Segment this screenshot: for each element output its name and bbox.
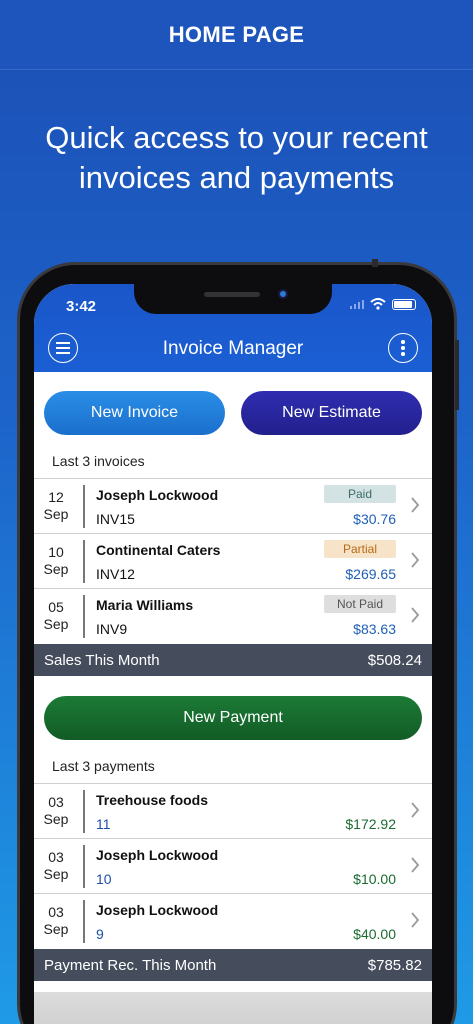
invoice-row[interactable]: 12 Sep Joseph Lockwood INV15 Paid $30.76: [34, 478, 432, 533]
battery-icon: [392, 298, 416, 310]
promo-headline: Quick access to your recent invoices and…: [0, 118, 473, 198]
new-invoice-button[interactable]: New Invoice: [44, 391, 225, 435]
chevron-right-icon: [411, 802, 420, 818]
payment-date: 03 Sep: [34, 904, 78, 938]
invoice-amount: $30.76: [353, 511, 396, 527]
top-banner: HOME PAGE: [0, 0, 473, 70]
invoice-status-badge: Partial: [324, 540, 396, 558]
invoice-day: 10: [48, 544, 64, 560]
payment-day: 03: [48, 849, 64, 865]
payment-row[interactable]: 03 Sep Joseph Lockwood 9 $40.00: [34, 893, 432, 948]
invoice-date: 05 Sep: [34, 599, 78, 633]
invoice-amount: $269.65: [345, 566, 396, 582]
payment-client-name: Joseph Lockwood: [96, 902, 219, 918]
payment-month: Sep: [43, 811, 69, 827]
chevron-right-icon: [411, 497, 420, 513]
payment-amount: $172.92: [345, 816, 396, 832]
payment-amount: $10.00: [353, 871, 396, 887]
chevron-right-icon: [411, 912, 420, 928]
invoice-client-name: Continental Caters: [96, 542, 221, 558]
headline-line-1: Quick access to your recent: [45, 120, 428, 155]
status-time: 3:42: [66, 298, 97, 315]
payment-month: Sep: [43, 921, 69, 937]
phone-side-button: [372, 259, 378, 267]
invoice-month: Sep: [43, 561, 69, 577]
row-divider: [83, 485, 85, 528]
invoice-number: INV12: [96, 566, 135, 582]
chevron-right-icon: [411, 607, 420, 623]
invoice-day: 12: [48, 489, 64, 505]
payment-amount: $40.00: [353, 926, 396, 942]
payment-day: 03: [48, 794, 64, 810]
new-estimate-button[interactable]: New Estimate: [241, 391, 422, 435]
sales-total-value: $508.24: [367, 652, 422, 669]
payment-client-name: Joseph Lockwood: [96, 847, 219, 863]
app-title: Invoice Manager: [162, 338, 304, 359]
payment-date: 03 Sep: [34, 794, 78, 828]
sales-total-label: Sales This Month: [44, 652, 160, 669]
phone-power-button: [455, 340, 459, 410]
chevron-right-icon: [411, 857, 420, 873]
invoice-status-badge: Paid: [324, 485, 396, 503]
payments-total-value: $785.82: [367, 957, 422, 974]
app-screen: 3:42 Invoice Manager New Invoice New Est…: [34, 284, 432, 1024]
wifi-icon: [370, 298, 386, 310]
row-divider: [83, 790, 85, 833]
payment-row[interactable]: 03 Sep Treehouse foods 11 $172.92: [34, 783, 432, 838]
more-options-icon[interactable]: [388, 333, 418, 363]
payment-client-name: Treehouse foods: [96, 792, 209, 808]
invoice-month: Sep: [43, 506, 69, 522]
headline-line-2: invoices and payments: [78, 160, 395, 195]
bottom-area: [34, 992, 432, 1024]
invoice-row[interactable]: 05 Sep Maria Williams INV9 Not Paid $83.…: [34, 588, 432, 643]
payments-section-label: Last 3 payments: [52, 758, 155, 774]
invoice-amount: $83.63: [353, 621, 396, 637]
payments-total-bar: Payment Rec. This Month $785.82: [34, 949, 432, 981]
signal-icon: [350, 300, 364, 309]
notch: [134, 284, 332, 314]
invoice-date: 12 Sep: [34, 489, 78, 523]
invoice-number: INV9: [96, 621, 128, 637]
banner-title: HOME PAGE: [168, 21, 305, 47]
sales-total-bar: Sales This Month $508.24: [34, 644, 432, 676]
row-divider: [83, 900, 85, 943]
app-bar: 3:42 Invoice Manager: [34, 284, 432, 372]
invoice-month: Sep: [43, 616, 69, 632]
row-divider: [83, 595, 85, 638]
invoice-client-name: Maria Williams: [96, 597, 194, 613]
payment-number: 11: [96, 816, 111, 832]
invoice-number: INV15: [96, 511, 135, 527]
invoices-section-label: Last 3 invoices: [52, 453, 145, 469]
payment-month: Sep: [43, 866, 69, 882]
payment-row[interactable]: 03 Sep Joseph Lockwood 10 $10.00: [34, 838, 432, 893]
payment-number: 10: [96, 871, 112, 887]
invoice-date: 10 Sep: [34, 544, 78, 578]
new-payment-button[interactable]: New Payment: [44, 696, 422, 740]
status-icons: [350, 298, 416, 310]
invoice-row[interactable]: 10 Sep Continental Caters INV12 Partial …: [34, 533, 432, 588]
row-divider: [83, 540, 85, 583]
payments-total-label: Payment Rec. This Month: [44, 957, 217, 974]
payment-number: 9: [96, 926, 104, 942]
row-divider: [83, 845, 85, 888]
chevron-right-icon: [411, 552, 420, 568]
payment-date: 03 Sep: [34, 849, 78, 883]
invoice-day: 05: [48, 599, 64, 615]
invoice-client-name: Joseph Lockwood: [96, 487, 219, 503]
camera: [278, 289, 288, 299]
payment-day: 03: [48, 904, 64, 920]
invoice-status-badge: Not Paid: [324, 595, 396, 613]
speaker: [204, 292, 260, 297]
